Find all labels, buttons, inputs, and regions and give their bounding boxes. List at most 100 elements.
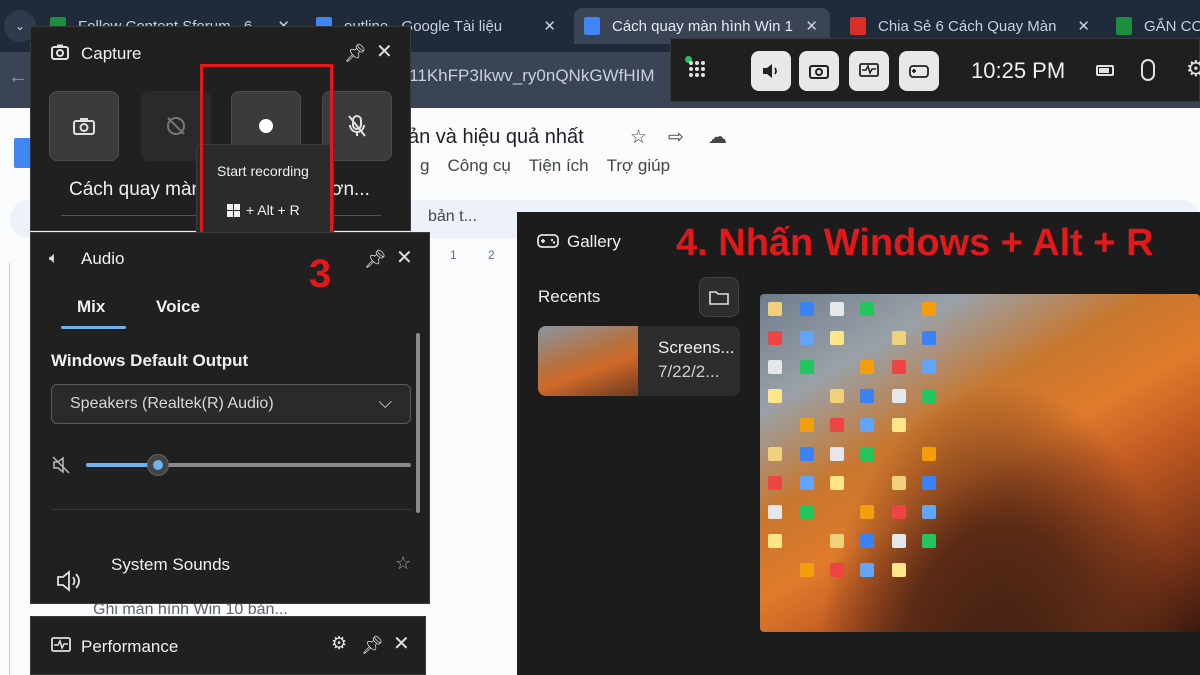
menu-item-tools[interactable]: Công cụ: [447, 156, 510, 176]
desktop-shortcut-icon: [922, 331, 936, 345]
vertical-ruler: [0, 263, 10, 675]
close-icon[interactable]: ✕: [396, 245, 413, 270]
performance-monitor-icon: [859, 63, 879, 79]
desktop-shortcut-icon: [830, 389, 844, 403]
docs-favicon-icon: [584, 17, 600, 35]
star-icon[interactable]: ☆: [630, 126, 647, 149]
ruler-label: 2: [488, 248, 495, 262]
ruler-label: 1: [450, 248, 457, 262]
camera-icon: [73, 117, 95, 135]
mouse-icon: [1141, 59, 1155, 81]
desktop-shortcut-icon: [800, 447, 814, 461]
output-device-select[interactable]: Speakers (Realtek(R) Audio) ⌵: [51, 384, 411, 424]
output-section-label: Windows Default Output: [51, 351, 249, 370]
divider: [51, 509, 411, 510]
pin-icon[interactable]: 📌︎: [361, 635, 384, 656]
close-tab-icon[interactable]: ✕: [543, 17, 556, 35]
camera-icon: [809, 63, 829, 79]
performance-title: Performance: [81, 637, 179, 656]
system-sounds-label: System Sounds: [111, 555, 231, 574]
close-tab-icon[interactable]: ✕: [1077, 17, 1090, 35]
audio-widget: 🔈︎ Audio 📌︎ ✕ Mix Voice Windows Default …: [30, 232, 430, 604]
tab-label: Chia Sẻ 6 Cách Quay Màn: [878, 17, 1057, 35]
desktop-shortcut-icon: [830, 563, 844, 577]
screenshot-button[interactable]: [49, 91, 119, 161]
volume-slider-thumb[interactable]: [146, 454, 169, 476]
gallery-widget-button[interactable]: [899, 51, 939, 91]
close-icon[interactable]: ✕: [376, 39, 393, 64]
desktop-shortcut-icon: [830, 534, 844, 548]
tab-mix[interactable]: Mix: [77, 297, 105, 317]
active-tab-indicator: [61, 326, 126, 329]
battery-icon: [1096, 65, 1114, 76]
camera-icon: [51, 44, 69, 60]
desktop-shortcut-icon: [768, 476, 782, 490]
gear-icon[interactable]: ⚙: [1186, 56, 1200, 82]
desktop-shortcut-icon: [800, 331, 814, 345]
desktop-shortcut-icon: [892, 418, 906, 432]
menu-item[interactable]: g: [420, 156, 429, 176]
star-icon[interactable]: ☆: [395, 553, 411, 574]
history-disabled-icon: [165, 115, 187, 137]
desktop-shortcut-icon: [860, 302, 874, 316]
widget-menu-icon[interactable]: [689, 61, 705, 77]
desktop-shortcut-icon: [768, 447, 782, 461]
recent-capture-card[interactable]: Screens... 7/22/2...: [538, 326, 740, 396]
desktop-shortcut-icon: [768, 360, 782, 374]
close-tab-icon[interactable]: ✕: [805, 17, 818, 35]
desktop-shortcut-icon: [830, 476, 844, 490]
speaker-icon: [761, 63, 781, 79]
desktop-shortcut-icon: [830, 302, 844, 316]
doc-title[interactable]: ản và hiệu quả nhất: [408, 126, 584, 149]
desktop-shortcut-icon: [922, 302, 936, 316]
desktop-shortcut-icon: [892, 476, 906, 490]
pin-icon[interactable]: 📌︎: [364, 249, 387, 270]
desktop-shortcut-icon: [800, 302, 814, 316]
desktop-shortcut-icon: [892, 534, 906, 548]
options-sliders-icon[interactable]: ⚙︎: [331, 633, 347, 654]
clock-time: 10:25 PM: [971, 58, 1066, 83]
gallery-widget: Gallery Recents Screens... 7/22/2...: [517, 212, 1200, 675]
capture-label-right: ơn...: [331, 179, 370, 200]
output-device-value: Speakers (Realtek(R) Audio): [70, 395, 274, 412]
mute-icon[interactable]: [51, 455, 71, 475]
desktop-shortcut-icon: [800, 563, 814, 577]
desktop-shortcut-icon: [860, 418, 874, 432]
desktop-shortcut-icon: [830, 447, 844, 461]
desktop-shortcut-icon: [922, 389, 936, 403]
desktop-shortcut-icon: [892, 563, 906, 577]
scrollbar[interactable]: [416, 333, 420, 513]
performance-widget-button[interactable]: [849, 51, 889, 91]
open-folder-button[interactable]: [699, 277, 739, 317]
desktop-shortcut-icon: [860, 563, 874, 577]
desktop-shortcut-icon: [892, 389, 906, 403]
capture-widget-button[interactable]: [799, 51, 839, 91]
tab-label: GẮN CO: [1144, 17, 1200, 35]
style-dropdown[interactable]: bản t...: [428, 208, 477, 226]
performance-monitor-icon: [51, 637, 71, 655]
desktop-shortcut-icon: [892, 505, 906, 519]
close-icon[interactable]: ✕: [393, 631, 410, 656]
game-bar-home: 10:25 PM ⚙: [670, 38, 1200, 102]
menu-item-help[interactable]: Trợ giúp: [607, 156, 670, 176]
desktop-shortcut-icon: [922, 360, 936, 374]
desktop-shortcut-icon: [800, 360, 814, 374]
pin-icon[interactable]: 📌︎: [344, 43, 367, 64]
move-folder-icon[interactable]: ⇨: [668, 126, 684, 149]
capture-preview-image[interactable]: [760, 294, 1200, 632]
cloud-status-icon[interactable]: ☁: [708, 126, 727, 149]
audio-title: Audio: [81, 249, 125, 268]
desktop-shortcut-icon: [768, 389, 782, 403]
capture-game-label: Cách quay màn ơn...: [69, 179, 370, 201]
folder-icon: [709, 289, 729, 305]
performance-widget: Performance ⚙︎ 📌︎ ✕: [30, 616, 426, 675]
desktop-shortcut-icon: [892, 331, 906, 345]
url-field[interactable]: d/11KhFP3Ikwv_ry0nQNkGWfHIM: [395, 66, 654, 86]
speaker-icon: [55, 569, 83, 593]
desktop-shortcut-icon: [830, 331, 844, 345]
audio-widget-button[interactable]: [751, 51, 791, 91]
tab-voice[interactable]: Voice: [156, 297, 200, 317]
back-arrow-icon[interactable]: ←: [8, 66, 28, 89]
menu-item-extensions[interactable]: Tiện ích: [529, 156, 589, 176]
desktop-shortcut-icon: [800, 418, 814, 432]
